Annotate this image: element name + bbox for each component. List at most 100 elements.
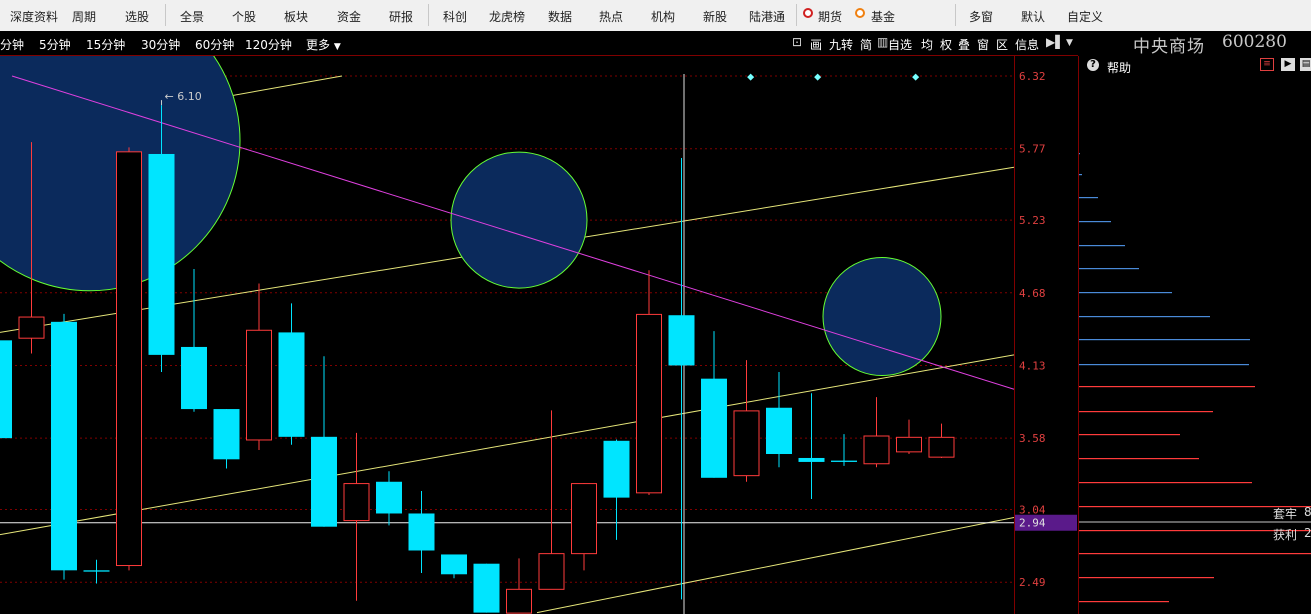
stock-code: 600280 xyxy=(1222,32,1287,52)
chevron-down-icon: ▼ xyxy=(333,42,341,52)
candle-body-down xyxy=(701,378,727,478)
high-marker-label: ← 6.10 xyxy=(165,90,202,103)
period-1min[interactable]: 分钟 xyxy=(0,36,24,53)
candle-body-up xyxy=(506,588,532,614)
chip-bar xyxy=(1079,482,1252,484)
range-button[interactable]: 区 xyxy=(996,36,1008,53)
chip-bar xyxy=(1079,197,1098,199)
chart-toolbar: 分钟 5分钟 15分钟 30分钟 60分钟 120分钟 更多 ▼ ⊡ 画 九转 … xyxy=(0,31,1078,56)
candle-body-down xyxy=(278,332,305,437)
menu-single-stock[interactable]: 个股 xyxy=(232,8,256,25)
chip-bar xyxy=(1079,339,1250,341)
menu-deep-data[interactable]: 深度资料 xyxy=(10,8,58,25)
stock-title: 中央商场 600280 xyxy=(1078,31,1311,57)
candle-body-down xyxy=(51,321,77,571)
kline-chart[interactable]: 6.32 5.77 5.23 4.68 4.13 3.58 3.04 2.49 ← 6.10 2.… xyxy=(0,56,1078,614)
drawn-circle xyxy=(822,257,942,377)
window-button[interactable]: 窗 xyxy=(977,36,989,53)
candle-body-up xyxy=(246,329,272,441)
candle-body-up xyxy=(928,436,955,458)
period-30min[interactable]: 30分钟 xyxy=(141,36,180,53)
trapped-value: 8 xyxy=(1304,505,1311,519)
menu-custom[interactable]: 自定义 xyxy=(1067,8,1103,25)
menu-hot-topics[interactable]: 热点 xyxy=(599,8,623,25)
chip-bar xyxy=(1079,221,1111,223)
menu-data[interactable]: 数据 xyxy=(548,8,572,25)
price-tick-label: 3.04 xyxy=(1019,504,1046,517)
menu-dragon-tiger[interactable]: 龙虎榜 xyxy=(489,8,525,25)
menu-fund[interactable]: 基金 xyxy=(871,8,895,25)
candle-body-down xyxy=(148,153,175,355)
menu-multi-window[interactable]: 多窗 xyxy=(969,8,993,25)
profit-label: 获利 xyxy=(1273,528,1298,542)
candle-body-down xyxy=(311,436,337,527)
price-tick-label: 6.32 xyxy=(1019,70,1046,83)
period-120min[interactable]: 120分钟 xyxy=(245,36,292,53)
period-15min[interactable]: 15分钟 xyxy=(86,36,125,53)
candle-body-up xyxy=(571,483,597,555)
candle-body-down xyxy=(181,346,207,410)
chip-bar xyxy=(1079,292,1172,294)
more-dropdown[interactable]: 更多 ▼ xyxy=(306,36,341,53)
simple-button[interactable]: 简 xyxy=(860,36,872,53)
period-5min[interactable]: 5分钟 xyxy=(39,36,71,53)
price-tick-label: 5.77 xyxy=(1019,143,1046,156)
menu-period[interactable]: 周期 xyxy=(72,8,96,25)
menu-star-market[interactable]: 科创 xyxy=(443,8,467,25)
signal-diamond xyxy=(912,73,920,81)
menu-new-stock[interactable]: 新股 xyxy=(703,8,727,25)
chip-bar xyxy=(1079,411,1213,413)
draw-button[interactable]: 画 xyxy=(810,36,822,53)
chip-bar xyxy=(1079,316,1210,318)
rights-button[interactable]: 权 xyxy=(940,36,952,53)
trend-line xyxy=(0,354,1015,536)
chip-bar xyxy=(1079,434,1180,436)
menu-hk-connect[interactable]: 陆港通 xyxy=(749,8,785,25)
chip-bar xyxy=(1079,174,1082,176)
lock-icon[interactable]: ⊡ xyxy=(792,35,802,49)
menu-default[interactable]: 默认 xyxy=(1021,8,1045,25)
candle-body-up xyxy=(636,313,662,494)
menu-institution[interactable]: 机构 xyxy=(651,8,675,25)
period-60min[interactable]: 60分钟 xyxy=(195,36,234,53)
trapped-label: 套牢 xyxy=(1273,507,1298,521)
menu-separator xyxy=(165,4,166,26)
delete-icon[interactable]: ▥ xyxy=(877,35,888,49)
next-icon[interactable]: ▶▌ xyxy=(1046,35,1064,49)
overlay-button[interactable]: 叠 xyxy=(958,36,970,53)
candle-body-up xyxy=(863,435,890,465)
fund-icon xyxy=(855,8,865,18)
menu-fund-flow[interactable]: 资金 xyxy=(337,8,361,25)
menu-research[interactable]: 研报 xyxy=(389,8,413,25)
candle-body-down xyxy=(668,315,695,366)
candle-body-down xyxy=(603,440,630,498)
candle-body-up xyxy=(538,553,565,590)
candle-body-up xyxy=(18,316,45,339)
nine-turn-button[interactable]: 九转 xyxy=(829,36,853,53)
kline-chart-svg: 6.32 5.77 5.23 4.68 4.13 3.58 3.04 2.49 ← 6.10 2.… xyxy=(0,56,1077,614)
futures-icon xyxy=(803,8,813,18)
menu-futures[interactable]: 期货 xyxy=(818,8,842,25)
candle-body-down xyxy=(0,340,12,439)
price-tick-label: 2.49 xyxy=(1019,576,1046,589)
chip-bar xyxy=(1079,601,1169,603)
candle-body-down xyxy=(83,570,110,572)
current-price-label: 2.94 xyxy=(1019,517,1046,530)
trend-line xyxy=(536,516,1015,614)
info-button[interactable]: 信息 xyxy=(1015,36,1039,53)
menu-panorama[interactable]: 全景 xyxy=(180,8,204,25)
chip-bar xyxy=(1079,245,1125,247)
candle-body-down xyxy=(408,513,435,551)
menu-bar: 深度资料 周期 选股 全景 个股 板块 资金 研报 科创 龙虎榜 数据 热点 机构 新股 陆港通 期货 基金 多窗… xyxy=(0,0,1311,32)
watchlist-button[interactable]: 自选 xyxy=(888,36,912,53)
signal-diamond xyxy=(814,73,822,81)
ma-button[interactable]: 均 xyxy=(921,36,933,53)
toolbar-chevron-icon[interactable]: ▼ xyxy=(1066,38,1073,48)
candle-body-down xyxy=(441,554,467,575)
menu-stock-picker[interactable]: 选股 xyxy=(125,8,149,25)
candle-body-down xyxy=(798,457,825,462)
candle-body-down xyxy=(473,563,500,613)
menu-sector[interactable]: 板块 xyxy=(284,8,308,25)
chip-bar xyxy=(1079,577,1214,579)
candle-body-up xyxy=(116,151,142,567)
